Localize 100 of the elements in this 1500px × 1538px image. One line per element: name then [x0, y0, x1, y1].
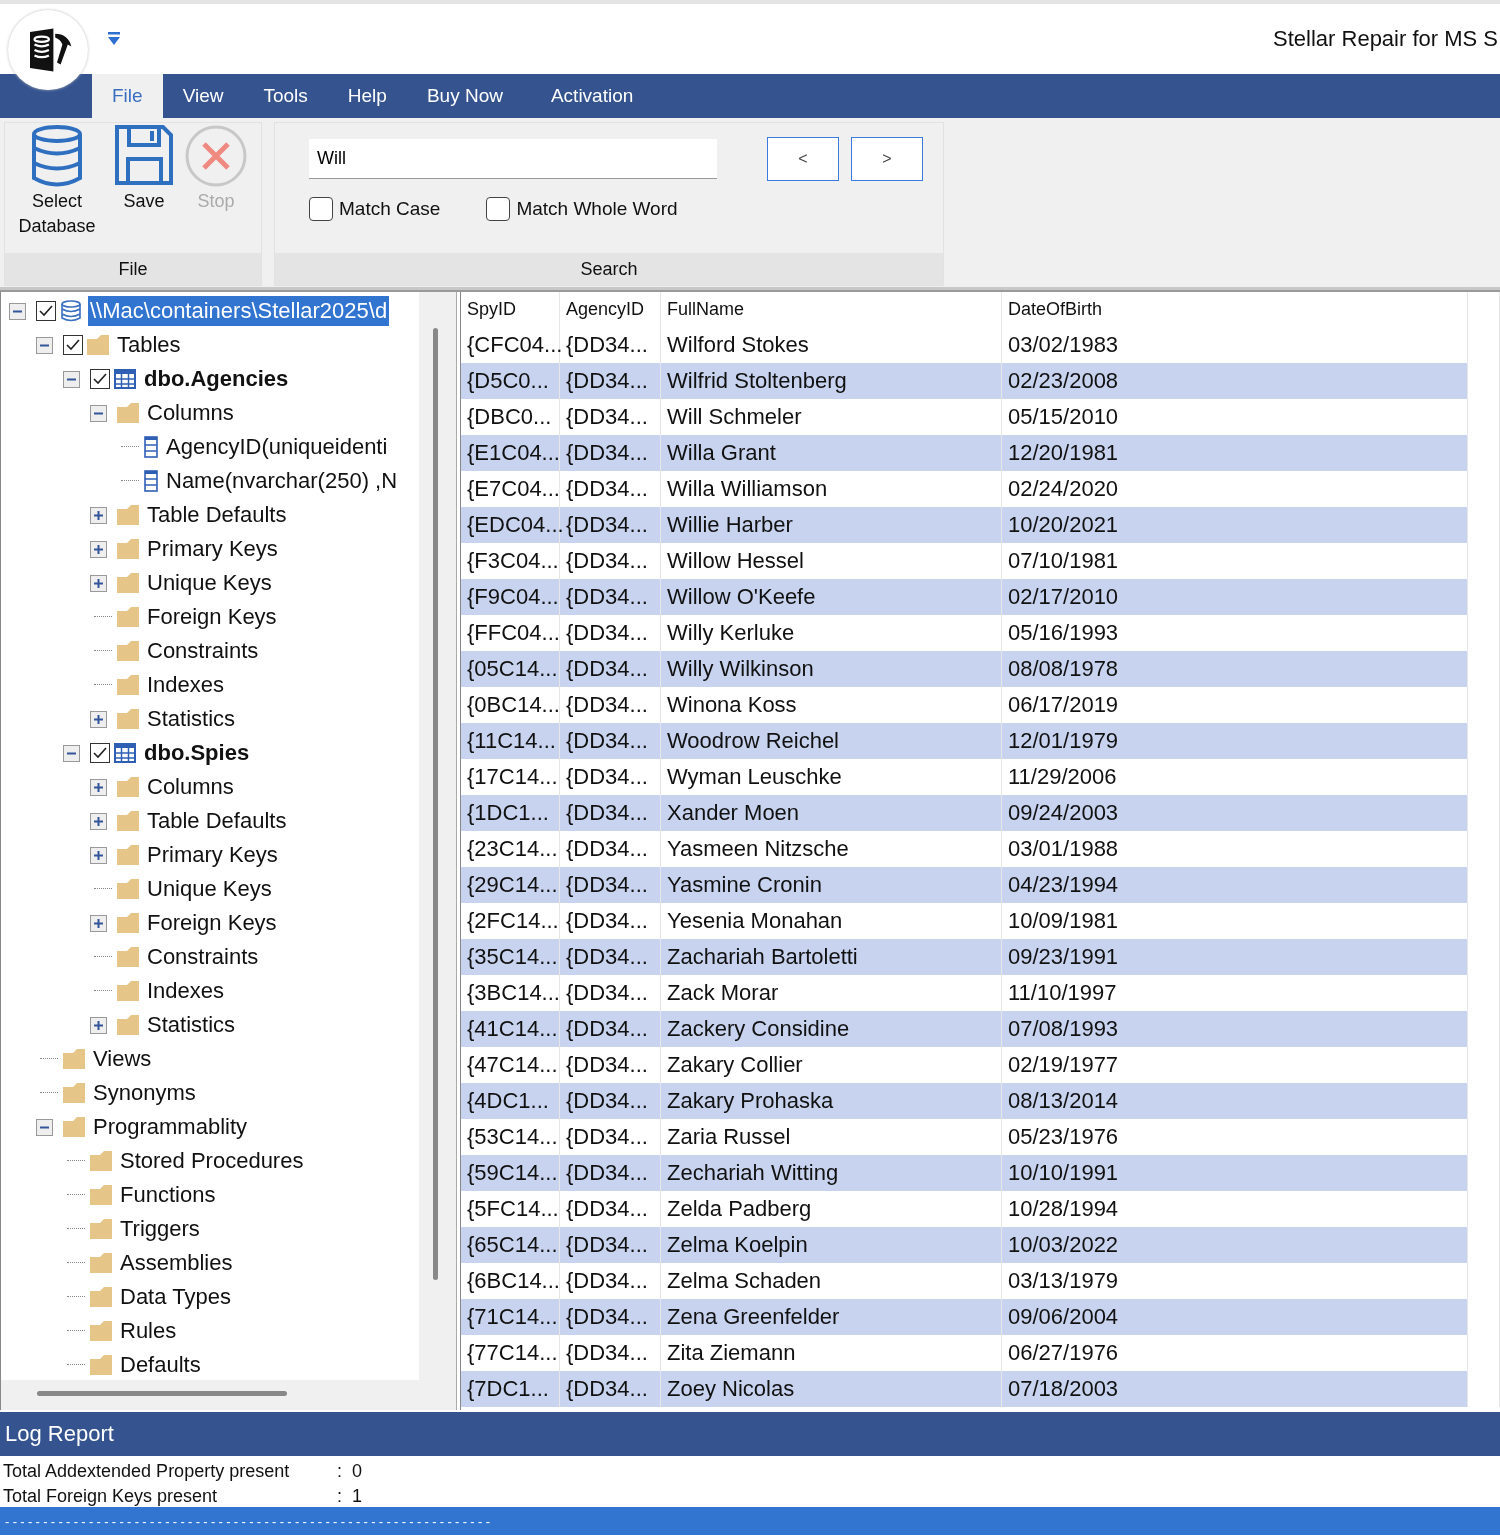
- checkbox[interactable]: [90, 369, 110, 389]
- tree-item[interactable]: Tables: [115, 330, 183, 360]
- column-header[interactable]: DateOfBirth: [1001, 292, 1468, 327]
- tree-item[interactable]: Constraints: [145, 636, 261, 666]
- collapse-icon[interactable]: [63, 744, 80, 762]
- tree-item[interactable]: Foreign Keys: [145, 908, 279, 938]
- tree-item[interactable]: Defaults: [118, 1350, 203, 1380]
- menu-tab[interactable]: Activation: [530, 74, 654, 118]
- folder-icon: [90, 1321, 112, 1341]
- scrollbar[interactable]: [37, 1391, 287, 1396]
- table-cell: Yasmine Cronin: [660, 867, 1002, 903]
- folder-icon: [117, 981, 139, 1001]
- tree-item[interactable]: Foreign Keys: [145, 602, 279, 632]
- tree-item[interactable]: Stored Procedures: [118, 1146, 306, 1176]
- collapse-icon[interactable]: [90, 404, 107, 422]
- table-cell: 04/23/1994: [1001, 867, 1468, 903]
- tree-item[interactable]: Assemblies: [118, 1248, 235, 1278]
- folder-icon: [117, 505, 139, 525]
- collapse-icon[interactable]: [36, 336, 53, 354]
- menu-tab[interactable]: File: [92, 74, 163, 118]
- expand-icon[interactable]: [90, 506, 107, 524]
- tree-item[interactable]: Rules: [118, 1316, 179, 1346]
- tree-item[interactable]: Name(nvarchar(250) ,N: [164, 466, 400, 496]
- tree-item[interactable]: Triggers: [118, 1214, 202, 1244]
- table-cell: {05C14...: [461, 651, 560, 687]
- column-header[interactable]: AgencyID: [559, 292, 661, 327]
- collapse-icon[interactable]: [36, 1118, 53, 1136]
- tree-item[interactable]: \\Mac\containers\Stellar2025\d: [88, 296, 390, 326]
- column-header[interactable]: FullName: [660, 292, 1002, 327]
- folder-icon: [117, 1015, 139, 1035]
- folder-icon: [63, 1049, 85, 1069]
- menu-tab[interactable]: View: [162, 74, 244, 118]
- folder-icon: [117, 947, 139, 967]
- folder-icon: [117, 879, 139, 899]
- tree-item[interactable]: Indexes: [145, 670, 227, 700]
- checkbox[interactable]: [36, 301, 56, 321]
- column-icon: [144, 436, 158, 458]
- tree-item[interactable]: Unique Keys: [145, 874, 274, 904]
- tree-item[interactable]: Programmablity: [91, 1112, 250, 1142]
- table-cell: {1DC1...: [461, 795, 560, 831]
- tree-item[interactable]: Data Types: [118, 1282, 233, 1312]
- expand-icon[interactable]: [90, 914, 107, 932]
- checkbox-option[interactable]: Match Case: [309, 197, 441, 221]
- table-cell: Woodrow Reichel: [660, 723, 1002, 759]
- tree-item[interactable]: Statistics: [145, 704, 238, 734]
- tree-item[interactable]: Columns: [145, 772, 236, 802]
- tree-item[interactable]: Primary Keys: [145, 840, 280, 870]
- tree-item[interactable]: Synonyms: [91, 1078, 198, 1108]
- database-icon: [30, 125, 84, 189]
- table-cell: Zakary Prohaska: [660, 1083, 1002, 1119]
- table-cell: 02/17/2010: [1001, 579, 1468, 615]
- menu-tab[interactable]: Buy Now: [406, 74, 523, 118]
- ribbon-button[interactable]: Save: [109, 123, 179, 253]
- table-cell: Zelma Koelpin: [660, 1227, 1002, 1263]
- tree-item[interactable]: Constraints: [145, 942, 261, 972]
- tree-item[interactable]: Unique Keys: [145, 568, 274, 598]
- log-report-title: Log Report: [5, 1421, 114, 1447]
- expand-icon[interactable]: [90, 540, 107, 558]
- tree-item[interactable]: Table Defaults: [145, 806, 289, 836]
- table-cell: Zackery Considine: [660, 1011, 1002, 1047]
- expand-icon[interactable]: [90, 1016, 107, 1034]
- table-cell: Zoey Nicolas: [660, 1371, 1002, 1407]
- tree-item[interactable]: Primary Keys: [145, 534, 280, 564]
- group-label: Search: [275, 253, 943, 285]
- tree-item[interactable]: Indexes: [145, 976, 227, 1006]
- table-cell: {DD34...: [559, 867, 661, 903]
- ribbon-button[interactable]: Select Database: [5, 123, 109, 253]
- group-label: File: [5, 253, 261, 285]
- tree-item[interactable]: Columns: [145, 398, 236, 428]
- expand-icon[interactable]: [90, 846, 107, 864]
- folder-icon: [90, 1253, 112, 1273]
- tree-item[interactable]: dbo.Agencies: [142, 364, 291, 394]
- table-cell: Wilfrid Stoltenberg: [660, 363, 1002, 399]
- tree-item[interactable]: Functions: [118, 1180, 218, 1210]
- checkbox[interactable]: [90, 743, 110, 763]
- collapse-icon[interactable]: [9, 302, 26, 320]
- collapse-icon[interactable]: [63, 370, 80, 388]
- menu-tab[interactable]: Tools: [243, 74, 328, 118]
- tree-item[interactable]: AgencyID(uniqueidenti: [164, 432, 390, 462]
- table-cell: Willie Harber: [660, 507, 1002, 543]
- tree-item[interactable]: Statistics: [145, 1010, 238, 1040]
- folder-icon: [117, 777, 139, 797]
- column-header[interactable]: SpyID: [461, 292, 560, 327]
- expand-icon[interactable]: [90, 812, 107, 830]
- tree-item[interactable]: dbo.Spies: [142, 738, 252, 768]
- previous-button[interactable]: <: [767, 137, 839, 181]
- menu-tab[interactable]: Help: [327, 74, 407, 118]
- tree-item[interactable]: Table Defaults: [145, 500, 289, 530]
- dropdown-caret-icon[interactable]: [108, 32, 120, 46]
- table-cell: 08/13/2014: [1001, 1083, 1468, 1119]
- expand-icon[interactable]: [90, 778, 107, 796]
- search-field[interactable]: Will: [309, 139, 717, 179]
- next-button[interactable]: >: [851, 137, 923, 181]
- expand-icon[interactable]: [90, 710, 107, 728]
- scrollbar[interactable]: [433, 328, 438, 1280]
- window-title: Stellar Repair for MS S: [1273, 26, 1499, 52]
- checkbox-option[interactable]: Match Whole Word: [486, 197, 678, 221]
- tree-item[interactable]: Views: [91, 1044, 154, 1074]
- checkbox[interactable]: [63, 335, 83, 355]
- expand-icon[interactable]: [90, 574, 107, 592]
